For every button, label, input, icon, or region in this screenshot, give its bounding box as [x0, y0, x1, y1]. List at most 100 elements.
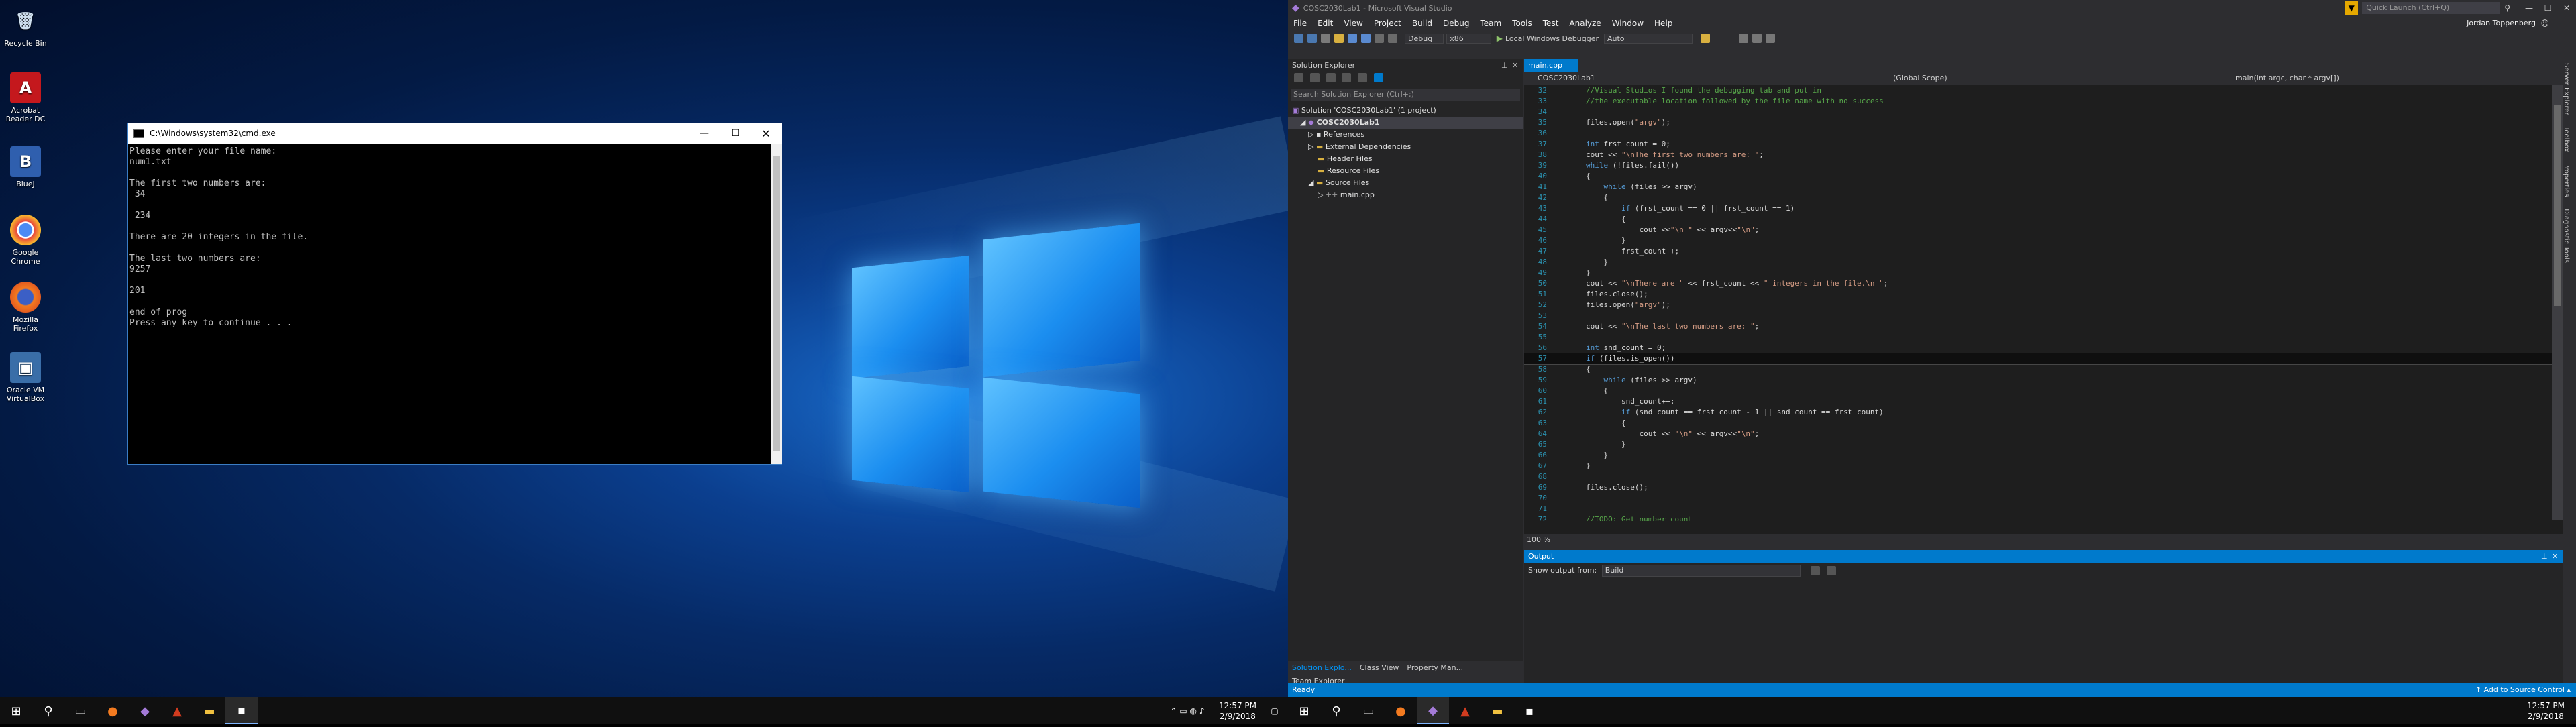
code-line[interactable]: 58 {	[1524, 364, 2563, 375]
code-line[interactable]: 70	[1524, 493, 2563, 504]
platform-dropdown[interactable]: x86	[1446, 33, 1491, 44]
minimize-button[interactable]: —	[689, 128, 720, 139]
visual-studio-icon[interactable]: ◆	[1417, 697, 1449, 724]
word-wrap-icon[interactable]	[1826, 566, 1836, 575]
cmd-taskbar-icon[interactable]: ▪	[225, 697, 258, 724]
solution-search-input[interactable]: Search Solution Explorer (Ctrl+;)	[1291, 89, 1520, 101]
feedback-icon[interactable]: ☺	[2540, 16, 2549, 31]
redo-icon[interactable]	[1388, 34, 1397, 43]
collapse-icon[interactable]	[1342, 72, 1352, 82]
toolbar-icon[interactable]	[1700, 34, 1710, 43]
sync-icon[interactable]	[1309, 72, 1320, 82]
debugger-button[interactable]: Local Windows Debugger	[1505, 34, 1599, 43]
code-line[interactable]: 35 files.open("argv");	[1524, 117, 2563, 128]
tree-item-main-cpp[interactable]: ▷ ++ main.cpp	[1288, 189, 1523, 201]
close-button[interactable]: ✕	[2557, 3, 2576, 13]
code-line[interactable]: 39 while (!files.fail())	[1524, 160, 2563, 171]
cmd-window[interactable]: C:\Windows\system32\cmd.exe — ☐ ✕ Please…	[127, 123, 782, 465]
task-view-icon[interactable]: ▭	[1352, 697, 1385, 724]
menu-edit[interactable]: Edit	[1312, 16, 1338, 31]
forward-icon[interactable]	[1307, 34, 1317, 43]
search-icon[interactable]: ⚲	[1320, 697, 1352, 724]
menu-help[interactable]: Help	[1649, 16, 1678, 31]
tree-item-header-files[interactable]: ▬ Header Files	[1288, 153, 1523, 165]
task-view-icon[interactable]: ▭	[64, 697, 97, 724]
cmd-titlebar[interactable]: C:\Windows\system32\cmd.exe — ☐ ✕	[128, 123, 782, 144]
filter-icon[interactable]: ▼	[2345, 1, 2359, 15]
firefox-icon[interactable]: ●	[1385, 697, 1417, 724]
desktop-icon-bluej[interactable]: B BlueJ	[0, 146, 51, 188]
rail-toolbox[interactable]: Toolbox	[2563, 127, 2570, 152]
firefox-icon[interactable]: ●	[97, 697, 129, 724]
menu-build[interactable]: Build	[1407, 16, 1438, 31]
code-line[interactable]: 44 {	[1524, 214, 2563, 225]
code-line[interactable]: 71	[1524, 504, 2563, 514]
nav-project-dropdown[interactable]: COSC2030Lab1	[1524, 72, 1886, 85]
vs-titlebar[interactable]: ◆ COSC2030Lab1 - Microsoft Visual Studio…	[1288, 0, 2576, 16]
code-line[interactable]: 60 {	[1524, 386, 2563, 396]
code-line[interactable]: 57 if (files.is_open())	[1524, 353, 2563, 365]
search-icon[interactable]: ⚲	[32, 697, 64, 724]
code-line[interactable]: 50 cout << "\nThere are " << frst_count <…	[1524, 278, 2563, 289]
rail-diagnostic-tools[interactable]: Diagnostic Tools	[2563, 209, 2570, 263]
code-line[interactable]: 69 files.close();	[1524, 482, 2563, 493]
code-line[interactable]: 34	[1524, 107, 2563, 117]
menu-window[interactable]: Window	[1607, 16, 1649, 31]
notification-icon[interactable]: ▢	[1261, 697, 1288, 724]
auto-dropdown[interactable]: Auto	[1604, 33, 1693, 44]
minimize-button[interactable]: —	[2520, 3, 2538, 13]
code-line[interactable]: 43 if (frst_count == 0 || frst_count == …	[1524, 203, 2563, 214]
code-line[interactable]: 61 snd_count++;	[1524, 396, 2563, 407]
code-line[interactable]: 33 //the executable location followed by …	[1524, 96, 2563, 107]
bookmark-icon[interactable]	[1765, 34, 1775, 43]
desktop-icon-virtualbox[interactable]: ▣ Oracle VM VirtualBox	[0, 352, 51, 403]
desktop-icon-firefox[interactable]: Mozilla Firefox	[0, 282, 51, 333]
tray-icons[interactable]: ⌃ ▭ ◍ ♪	[1161, 697, 1214, 724]
nav-scope-dropdown[interactable]: (Global Scope)	[1886, 72, 2229, 85]
maximize-button[interactable]: ☐	[2538, 3, 2557, 13]
close-icon[interactable]: ✕	[1512, 59, 1523, 72]
properties-icon[interactable]	[1358, 72, 1368, 82]
code-line[interactable]: 46 }	[1524, 235, 2563, 246]
code-line[interactable]: 51 files.close();	[1524, 289, 2563, 300]
desktop-icon-acrobat[interactable]: A Acrobat Reader DC	[0, 72, 51, 123]
tab-main-cpp[interactable]: main.cpp	[1524, 59, 1578, 72]
tree-item-resource-files[interactable]: ▬ Resource Files	[1288, 165, 1523, 177]
code-line[interactable]: 55	[1524, 332, 2563, 343]
quick-launch-input[interactable]: Quick Launch (Ctrl+Q)	[2362, 2, 2501, 14]
desktop-icon-chrome[interactable]: Google Chrome	[0, 215, 51, 266]
pin-icon[interactable]: ⊥	[1501, 59, 1512, 72]
nav-function-dropdown[interactable]: main(int argc, char * argv[])	[2229, 72, 2339, 85]
code-line[interactable]: 37 int frst_count = 0;	[1524, 139, 2563, 150]
acrobat-icon[interactable]: ▲	[161, 697, 193, 724]
undo-icon[interactable]	[1375, 34, 1384, 43]
code-line[interactable]: 45 cout <<"\n " << argv<<"\n";	[1524, 225, 2563, 235]
code-line[interactable]: 48 }	[1524, 257, 2563, 268]
cmd-scrollbar[interactable]	[771, 144, 782, 464]
menu-test[interactable]: Test	[1538, 16, 1564, 31]
code-line[interactable]: 52 files.open("argv");	[1524, 300, 2563, 311]
tree-item-external-deps[interactable]: ▷ ▬ External Dependencies	[1288, 141, 1523, 153]
zoom-level[interactable]: 100 %	[1524, 535, 1550, 544]
code-line[interactable]: 62 if (snd_count == frst_count - 1 || sn…	[1524, 407, 2563, 418]
file-explorer-icon[interactable]: ▬	[193, 697, 225, 724]
tree-item-references[interactable]: ▷ ▪ References	[1288, 129, 1523, 141]
save-icon[interactable]	[1348, 34, 1357, 43]
menu-project[interactable]: Project	[1368, 16, 1407, 31]
clear-all-icon[interactable]	[1811, 566, 1821, 575]
new-project-icon[interactable]	[1321, 34, 1330, 43]
code-line[interactable]: 59 while (files >> argv)	[1524, 375, 2563, 386]
code-line[interactable]: 32 //Visual Studios I found the debugging…	[1524, 85, 2563, 96]
code-line[interactable]: 49}	[1524, 268, 2563, 278]
code-line[interactable]: 53	[1524, 311, 2563, 321]
code-line[interactable]: 67}	[1524, 461, 2563, 471]
visual-studio-icon[interactable]: ◆	[129, 697, 161, 724]
code-line[interactable]: 56 int snd_count = 0;	[1524, 343, 2563, 353]
code-line[interactable]: 42 {	[1524, 192, 2563, 203]
desktop-icon-recycle-bin[interactable]: 🗑 Recycle Bin	[0, 5, 51, 48]
open-icon[interactable]	[1334, 34, 1344, 43]
code-line[interactable]: 65 }	[1524, 439, 2563, 450]
code-line[interactable]: 63 {	[1524, 418, 2563, 429]
show-all-icon[interactable]	[1374, 72, 1384, 82]
menu-view[interactable]: View	[1338, 16, 1368, 31]
